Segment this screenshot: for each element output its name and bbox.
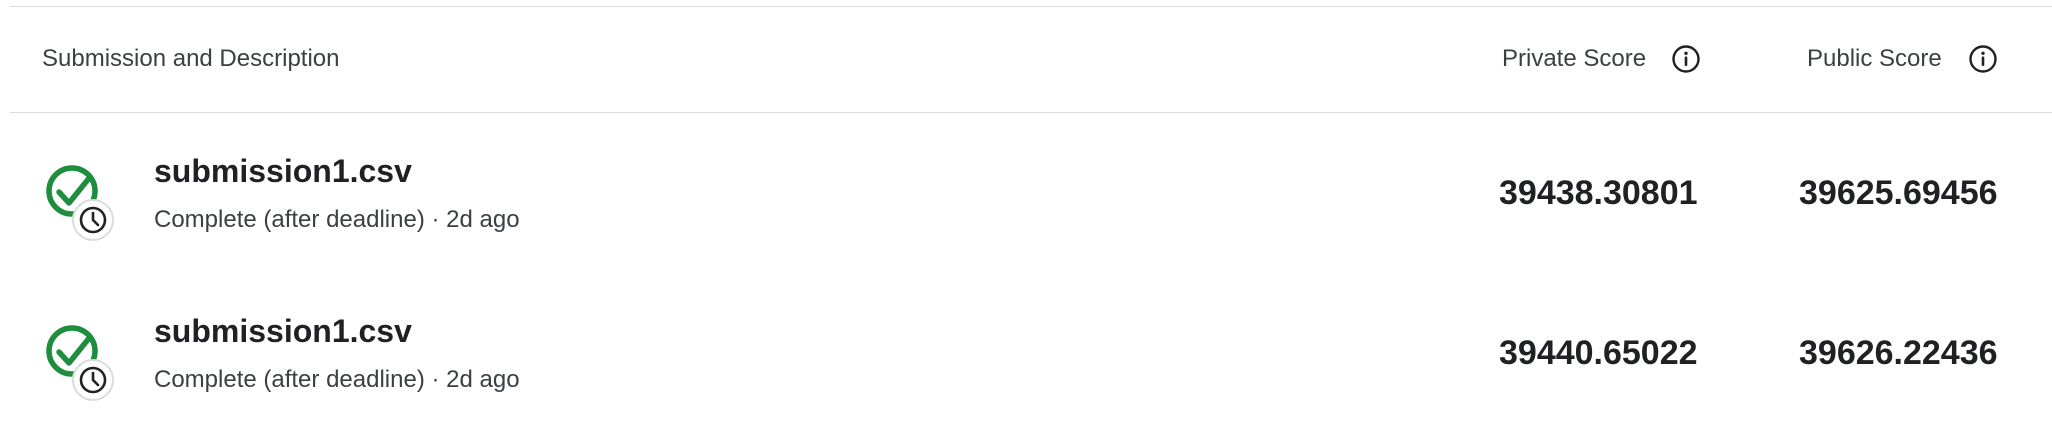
submissions-table-header: Submission and Description Private Score… bbox=[10, 7, 2052, 113]
public-score-value: 39625.69456 bbox=[1799, 174, 1998, 212]
private-score-value: 39438.30801 bbox=[1499, 174, 1698, 212]
submission-row: submission1.csv Complete (after deadline… bbox=[10, 273, 2052, 433]
header-private-score: Private Score bbox=[1502, 45, 1647, 72]
header-submission-description: Submission and Description bbox=[42, 45, 340, 72]
public-score-value: 39626.22436 bbox=[1799, 334, 1998, 372]
check-circle-clock-icon bbox=[46, 321, 136, 405]
submission-row: submission1.csv Complete (after deadline… bbox=[10, 113, 2052, 273]
check-circle-clock-icon bbox=[46, 161, 136, 245]
submission-status-meta: Complete (after deadline) · 2d ago bbox=[154, 366, 520, 393]
submission-file-name[interactable]: submission1.csv bbox=[154, 311, 412, 351]
public-score-info-icon[interactable] bbox=[1968, 44, 1998, 74]
submission-status-meta: Complete (after deadline) · 2d ago bbox=[154, 206, 520, 233]
submission-file-name[interactable]: submission1.csv bbox=[154, 151, 412, 191]
header-public-score: Public Score bbox=[1807, 45, 1942, 72]
private-score-value: 39440.65022 bbox=[1499, 334, 1698, 372]
private-score-info-icon[interactable] bbox=[1671, 44, 1701, 74]
